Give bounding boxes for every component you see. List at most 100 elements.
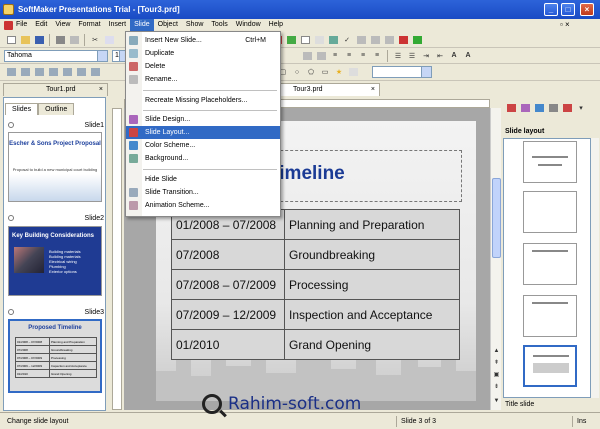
save-icon[interactable] xyxy=(33,33,45,46)
tab-slides[interactable]: Slides xyxy=(5,103,39,115)
tab-tour3[interactable]: Tour3.prd × xyxy=(280,83,380,96)
link-icon[interactable] xyxy=(327,33,339,46)
pane-options-icon[interactable]: ▾ xyxy=(575,102,587,114)
menu-file[interactable]: File xyxy=(0,19,31,31)
indent-icon[interactable]: ⇥ xyxy=(420,49,432,62)
preview-icon[interactable] xyxy=(68,33,80,46)
close-tab-icon[interactable]: × xyxy=(371,84,375,96)
menu-item-duplicate[interactable]: Duplicate xyxy=(126,47,280,60)
maximize-button[interactable]: □ xyxy=(561,3,575,16)
menu-help[interactable]: Help xyxy=(265,19,287,31)
check-icon[interactable]: ✓ xyxy=(341,33,353,46)
open-icon[interactable] xyxy=(19,33,31,46)
textbox-icon[interactable] xyxy=(313,33,325,46)
align-left-icon[interactable]: ≡ xyxy=(329,49,341,62)
grid-tool-icon[interactable] xyxy=(19,66,31,78)
group-tool-icon[interactable] xyxy=(33,66,45,78)
menu-view[interactable]: View xyxy=(51,19,74,31)
outdent-icon[interactable]: ⇤ xyxy=(434,49,446,62)
chart-icon[interactable] xyxy=(285,33,297,46)
flip-tool-icon[interactable] xyxy=(75,66,87,78)
scroll-down-icon[interactable]: ▼ xyxy=(491,396,502,406)
slide3-thumbnail[interactable]: Proposed Timeline 01/2008 – 07/2008 Plann… xyxy=(8,319,102,393)
menu-item-insert-new-slide[interactable]: Insert New Slide... Ctrl+M xyxy=(126,34,280,47)
menu-item-slide-transition[interactable]: Slide Transition... xyxy=(126,186,280,199)
layout-pane-icon[interactable] xyxy=(505,102,517,114)
justify-icon[interactable]: ≡ xyxy=(371,49,383,62)
shape-icon[interactable]: ⬠ xyxy=(305,66,317,78)
menu-edit[interactable]: Edit xyxy=(31,19,51,31)
minimize-button[interactable]: _ xyxy=(544,3,558,16)
callout-icon[interactable]: ▭ xyxy=(319,66,331,78)
slide-nav-icon[interactable]: ▣ xyxy=(491,370,502,380)
zoom-icon[interactable] xyxy=(383,33,395,46)
align-right-icon[interactable]: ≡ xyxy=(357,49,369,62)
font-name-select[interactable]: Tahoma xyxy=(4,49,108,62)
transition-pane-icon[interactable] xyxy=(561,102,573,114)
menu-insert[interactable]: Insert xyxy=(105,19,131,31)
textmaker-icon[interactable] xyxy=(397,33,409,46)
close-tab-icon[interactable]: × xyxy=(99,84,103,96)
menu-show[interactable]: Show xyxy=(182,19,208,31)
next-slide-icon[interactable]: ⇟ xyxy=(491,382,502,392)
tab-tour1[interactable]: Tour1.prd × xyxy=(3,83,108,96)
layout-list[interactable] xyxy=(503,138,591,398)
menu-object[interactable]: Object xyxy=(154,19,182,31)
cut-icon[interactable]: ✂ xyxy=(89,33,101,46)
design-pane-icon[interactable] xyxy=(519,102,531,114)
close-button[interactable]: × xyxy=(580,3,594,16)
menu-tools[interactable]: Tools xyxy=(207,19,231,31)
menu-item-slide-layout[interactable]: Slide Layout... xyxy=(126,126,280,139)
arrange-tool-icon[interactable] xyxy=(47,66,59,78)
slide2-thumbnail[interactable]: Key Building Considerations Building mat… xyxy=(8,226,102,296)
anim-pane-icon[interactable] xyxy=(547,102,559,114)
draw-icon[interactable] xyxy=(355,33,367,46)
font-shrink-icon[interactable] xyxy=(315,49,327,62)
menu-item-rename[interactable]: Rename... xyxy=(126,73,280,86)
layout-option-selected[interactable] xyxy=(523,345,577,387)
prev-slide-icon[interactable]: ⇞ xyxy=(491,358,502,368)
layout-option[interactable] xyxy=(523,243,577,285)
highlight-icon[interactable]: A xyxy=(462,49,474,62)
restore-doc-icon[interactable]: ▫ × xyxy=(560,20,570,29)
menu-item-hide-slide[interactable]: Hide Slide xyxy=(126,173,280,186)
layout-option[interactable] xyxy=(523,191,577,233)
layout-option[interactable] xyxy=(523,141,577,183)
menu-item-color-scheme[interactable]: Color Scheme... xyxy=(126,139,280,152)
align-center-icon[interactable]: ≡ xyxy=(343,49,355,62)
menu-slide[interactable]: Slide xyxy=(130,19,154,31)
layout-scrollbar[interactable] xyxy=(591,138,599,398)
bullets-icon[interactable]: ☰ xyxy=(392,49,404,62)
ellipse-icon[interactable]: ○ xyxy=(291,66,303,78)
menu-item-slide-design[interactable]: Slide Design... xyxy=(126,113,280,126)
scroll-up-icon[interactable]: ▲ xyxy=(491,346,502,356)
tab-outline[interactable]: Outline xyxy=(38,103,75,115)
copy-icon[interactable] xyxy=(103,33,115,46)
timeline-table[interactable]: 01/2008 – 07/2008 Planning and Preparatio… xyxy=(171,209,460,360)
slide1-thumbnail[interactable]: Escher & Sons Project Proposal Proposal … xyxy=(8,132,102,202)
format-icon[interactable] xyxy=(369,33,381,46)
numbering-icon[interactable]: ☰ xyxy=(406,49,418,62)
scheme-pane-icon[interactable] xyxy=(533,102,545,114)
menu-item-recreate-placeholders[interactable]: Recreate Missing Placeholders... xyxy=(126,94,280,107)
menu-item-background[interactable]: Background... xyxy=(126,152,280,165)
table-icon[interactable] xyxy=(299,33,311,46)
menu-item-delete[interactable]: Delete xyxy=(126,60,280,73)
shape-style-select[interactable] xyxy=(372,66,432,78)
menu-format[interactable]: Format xyxy=(74,19,104,31)
layout-option[interactable] xyxy=(523,295,577,337)
new-icon[interactable] xyxy=(5,33,17,46)
rotate-tool-icon[interactable] xyxy=(61,66,73,78)
font-grow-icon[interactable] xyxy=(301,49,313,62)
star-icon[interactable]: ★ xyxy=(333,66,345,78)
menu-window[interactable]: Window xyxy=(232,19,265,31)
vertical-scrollbar[interactable]: ▲ ⇞ ▣ ⇟ ▼ xyxy=(490,108,501,410)
menu-item-animation-scheme[interactable]: Animation Scheme... xyxy=(126,199,280,212)
fill-icon[interactable] xyxy=(347,66,359,78)
planmaker-icon[interactable] xyxy=(411,33,423,46)
select-tool-icon[interactable] xyxy=(5,66,17,78)
align-tool-icon[interactable] xyxy=(89,66,101,78)
print-icon[interactable] xyxy=(54,33,66,46)
text-color-icon[interactable]: A xyxy=(448,49,460,62)
scroll-thumb[interactable] xyxy=(492,178,501,258)
